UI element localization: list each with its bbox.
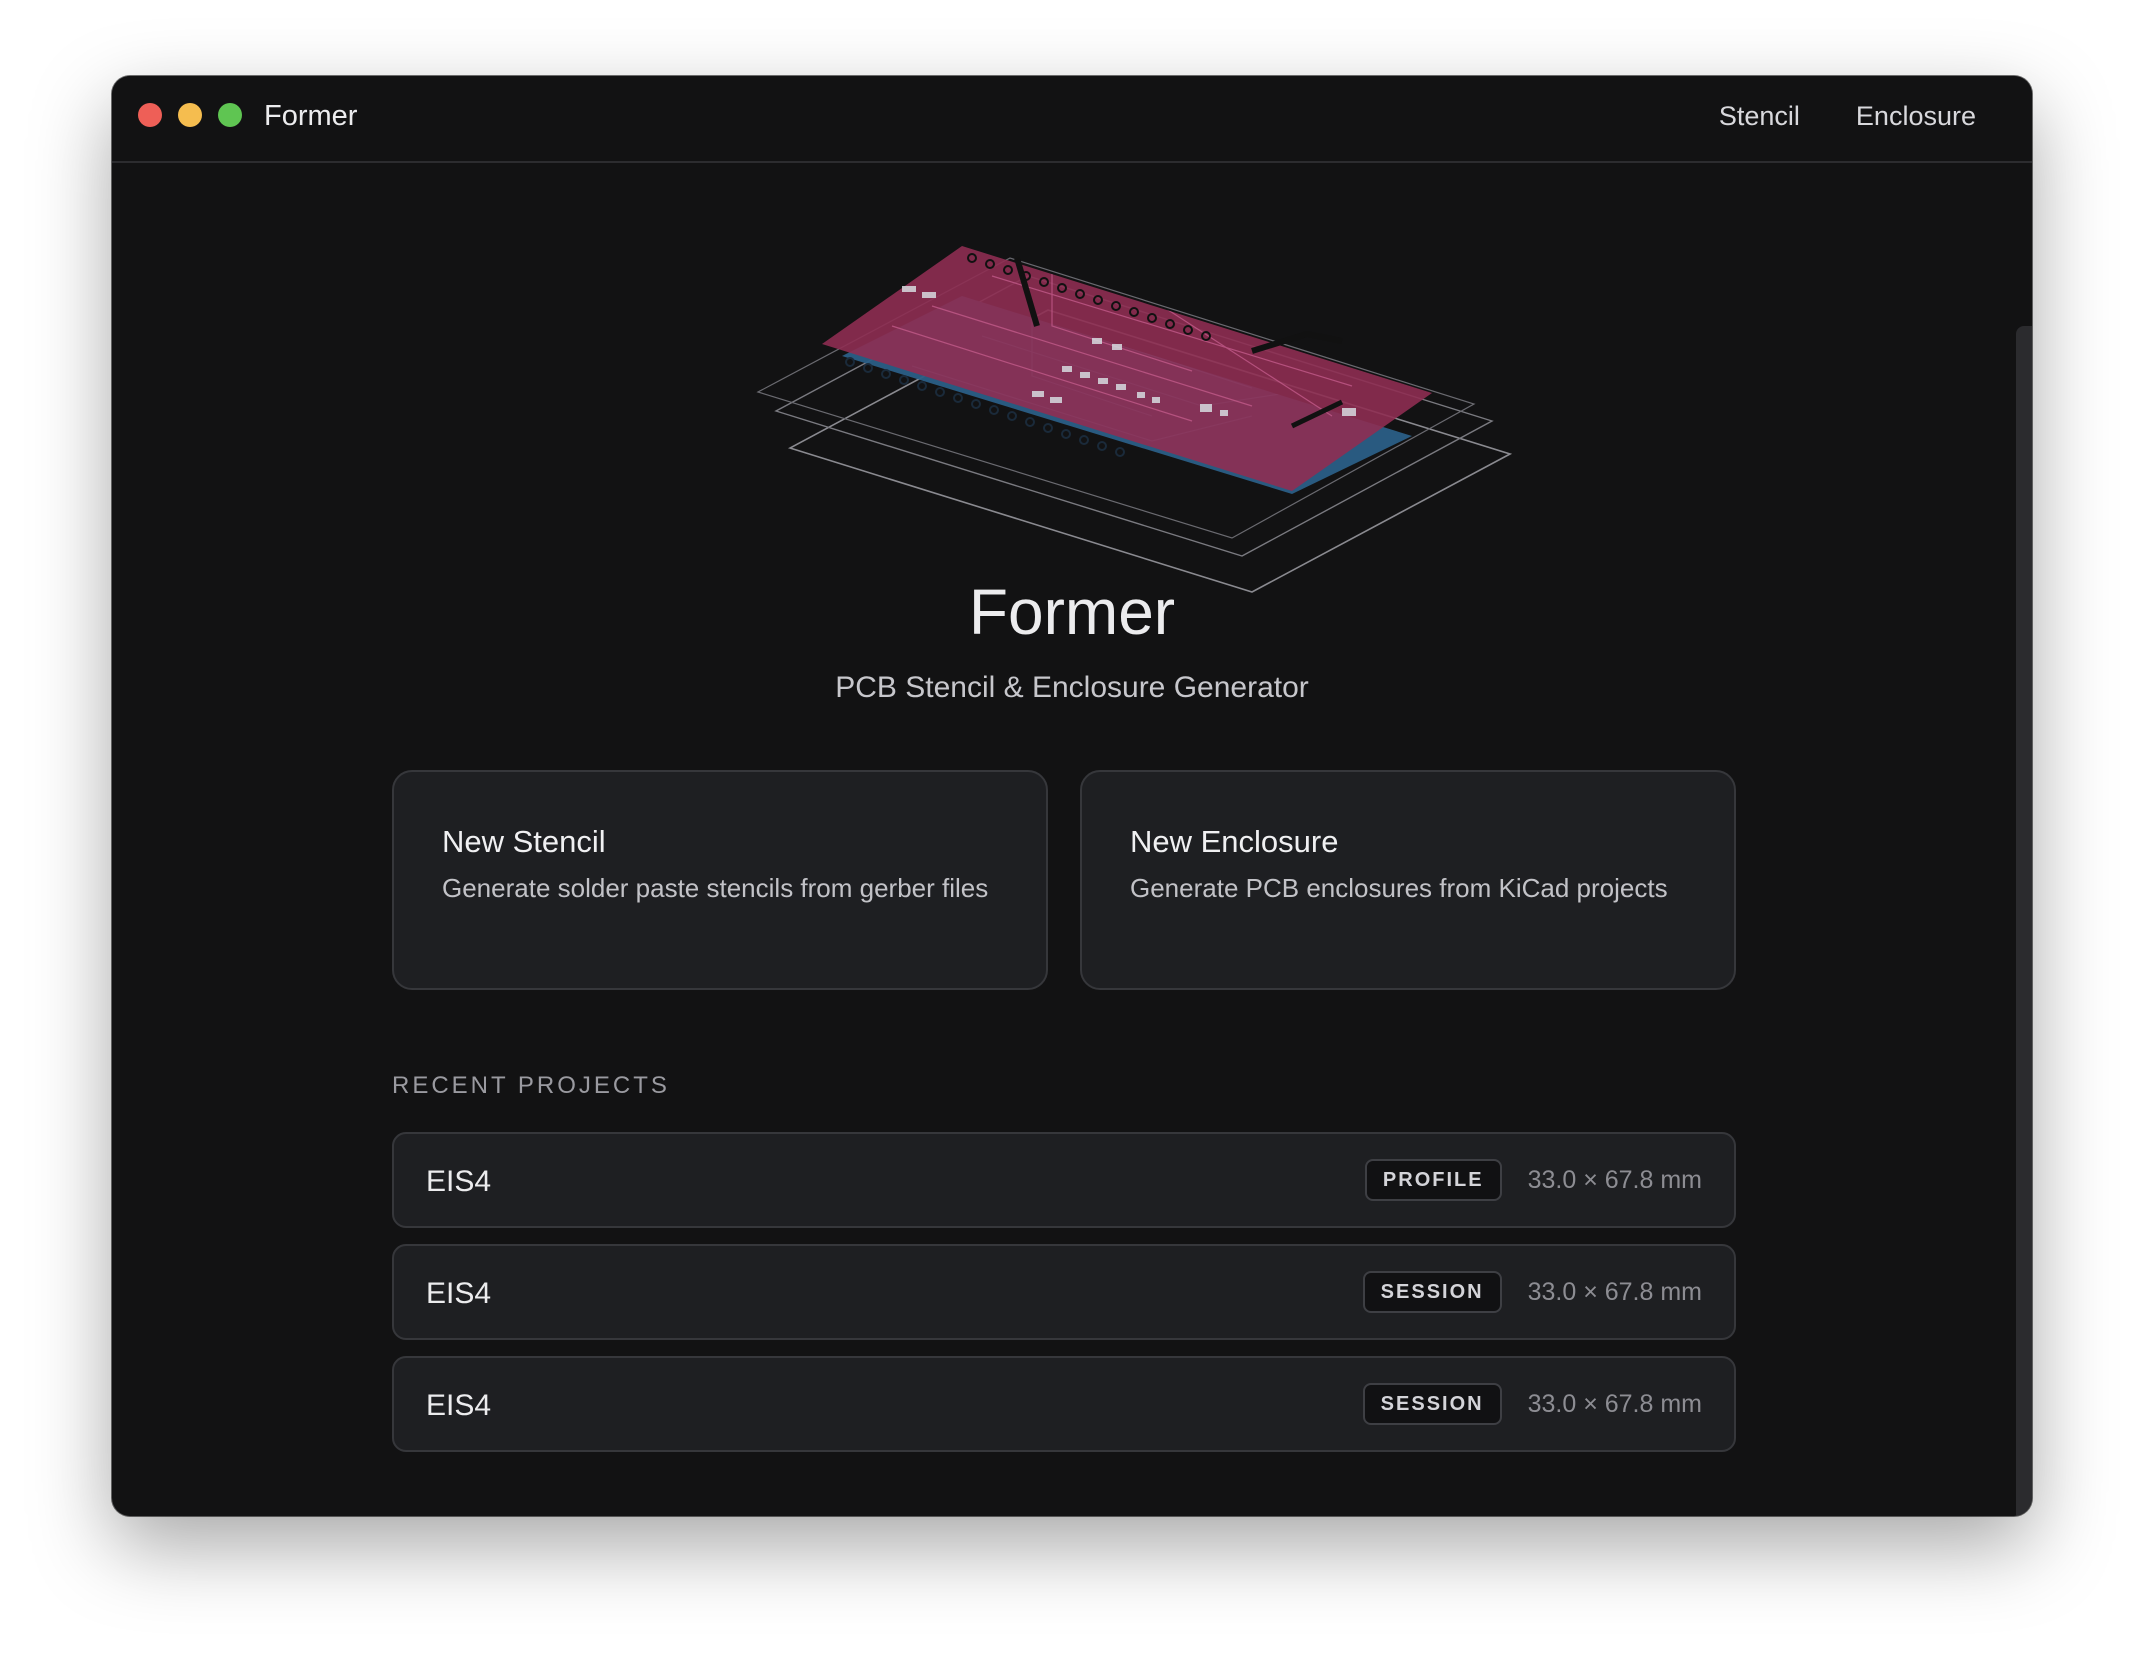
new-stencil-card[interactable]: New Stencil Generate solder paste stenci… [392, 770, 1048, 990]
page-title: Former [968, 576, 1176, 648]
new-enclosure-card[interactable]: New Enclosure Generate PCB enclosures fr… [1080, 770, 1736, 990]
zoom-window-button[interactable] [218, 103, 242, 127]
card-description: Generate PCB enclosures from KiCad proje… [1130, 873, 1668, 903]
project-dimensions: 33.0 × 67.8 mm [1527, 1390, 1702, 1418]
recent-project-row[interactable]: EIS4 SESSION 33.0 × 67.8 mm [392, 1356, 1736, 1452]
card-description: Generate solder paste stencils from gerb… [442, 873, 989, 903]
project-dimensions: 33.0 × 67.8 mm [1527, 1166, 1702, 1194]
project-meta: SESSION 33.0 × 67.8 mm [1362, 1382, 1702, 1426]
project-meta: SESSION 33.0 × 67.8 mm [1362, 1270, 1702, 1314]
page-subtitle: PCB Stencil & Enclosure Generator [835, 671, 1309, 704]
pcb-layers-illustration [756, 246, 1512, 593]
close-window-button[interactable] [138, 103, 162, 127]
nav-stencil[interactable]: Stencil [1719, 98, 1800, 134]
recent-projects-header: RECENT PROJECTS [392, 1072, 670, 1099]
recent-project-row[interactable]: EIS4 PROFILE 33.0 × 67.8 mm [392, 1132, 1736, 1228]
project-dimensions: 33.0 × 67.8 mm [1527, 1278, 1702, 1306]
project-name: EIS4 [426, 1165, 492, 1198]
project-name: EIS4 [426, 1277, 492, 1310]
nav-enclosure[interactable]: Enclosure [1856, 98, 1976, 134]
project-type-badge: PROFILE [1364, 1159, 1502, 1201]
minimize-window-button[interactable] [178, 103, 202, 127]
app-window: Former Stencil Enclosure Former PCB Sten… [112, 76, 2032, 1516]
project-type-badge: SESSION [1362, 1271, 1502, 1313]
card-title: New Enclosure [1130, 824, 1339, 859]
project-name: EIS4 [426, 1389, 492, 1422]
top-nav: Stencil Enclosure [1719, 98, 1976, 134]
scrollbar[interactable] [2016, 326, 2032, 1516]
card-title: New Stencil [442, 824, 606, 859]
title-bar: Former Stencil Enclosure [112, 76, 2032, 163]
project-meta: PROFILE 33.0 × 67.8 mm [1364, 1158, 1702, 1202]
app-title: Former [264, 100, 358, 132]
recent-project-row[interactable]: EIS4 SESSION 33.0 × 67.8 mm [392, 1244, 1736, 1340]
project-type-badge: SESSION [1362, 1383, 1502, 1425]
